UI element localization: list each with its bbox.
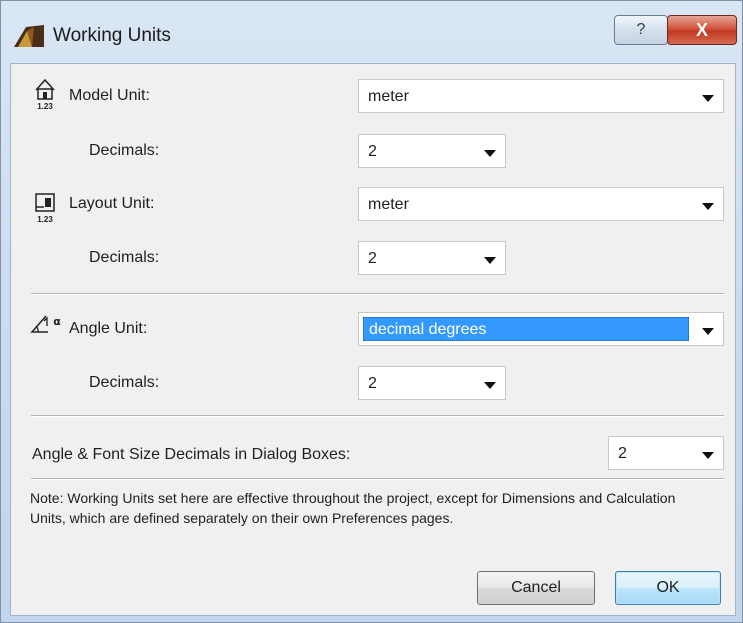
angle-unit-label: Angle Unit: xyxy=(69,320,148,337)
dialog-decimals-value: 2 xyxy=(618,445,627,462)
angle-unit-select[interactable]: decimal degrees xyxy=(358,312,724,346)
section-divider xyxy=(31,415,724,417)
angle-unit-value: decimal degrees xyxy=(363,317,689,341)
layout-decimals-select[interactable]: 2 xyxy=(358,241,506,275)
help-button[interactable]: ? xyxy=(614,15,668,45)
layout-unit-label: Layout Unit: xyxy=(69,195,155,212)
layout-unit-value: meter xyxy=(368,196,409,213)
close-button[interactable]: X xyxy=(667,15,737,45)
layout-icon-caption: 1.23 xyxy=(37,215,53,224)
model-decimals-select[interactable]: 2 xyxy=(358,134,506,168)
chevron-down-icon xyxy=(702,328,714,335)
chevron-down-icon xyxy=(702,95,714,102)
model-unit-select[interactable]: meter xyxy=(358,79,724,113)
note-text: Note: Working Units set here are effecti… xyxy=(30,490,676,526)
angle-decimals-select[interactable]: 2 xyxy=(358,366,506,400)
ok-button[interactable]: OK xyxy=(615,571,721,605)
dialog-body: 1.23 Model Unit: meter Decimals: 2 1.23 … xyxy=(10,63,736,616)
working-units-dialog: Working Units ? X 1.23 Model Unit: meter… xyxy=(0,0,743,623)
angle-decimals-value: 2 xyxy=(368,375,377,392)
model-unit-icon: 1.23 xyxy=(35,78,55,110)
angle-decimals-label: Decimals: xyxy=(89,374,160,391)
chevron-down-icon xyxy=(702,203,714,210)
chevron-down-icon xyxy=(702,452,714,459)
model-unit-label: Model Unit: xyxy=(69,87,150,104)
cancel-button[interactable]: Cancel xyxy=(477,571,595,605)
angle-icon-caption: α xyxy=(53,315,61,328)
chevron-down-icon xyxy=(484,150,496,157)
angle-unit-icon: α xyxy=(30,315,61,333)
close-icon: X xyxy=(695,19,708,40)
archicad-logo-icon xyxy=(14,25,44,47)
layout-unit-select[interactable]: meter xyxy=(358,187,724,221)
chevron-down-icon xyxy=(484,382,496,389)
layout-decimals-value: 2 xyxy=(368,250,377,267)
section-divider xyxy=(31,478,724,480)
model-unit-value: meter xyxy=(368,88,409,105)
help-icon: ? xyxy=(636,21,646,38)
section-divider xyxy=(31,293,724,295)
model-decimals-value: 2 xyxy=(368,143,377,160)
layout-unit-icon: 1.23 xyxy=(35,193,55,224)
chevron-down-icon xyxy=(484,257,496,264)
model-icon-caption: 1.23 xyxy=(37,102,53,110)
window-title: Working Units xyxy=(53,25,171,46)
model-decimals-label: Decimals: xyxy=(89,142,160,159)
dialog-decimals-select[interactable]: 2 xyxy=(608,436,724,470)
title-bar: Working Units ? X xyxy=(1,1,742,47)
dialog-decimals-label: Angle & Font Size Decimals in Dialog Box… xyxy=(32,446,351,463)
layout-decimals-label: Decimals: xyxy=(89,249,160,266)
